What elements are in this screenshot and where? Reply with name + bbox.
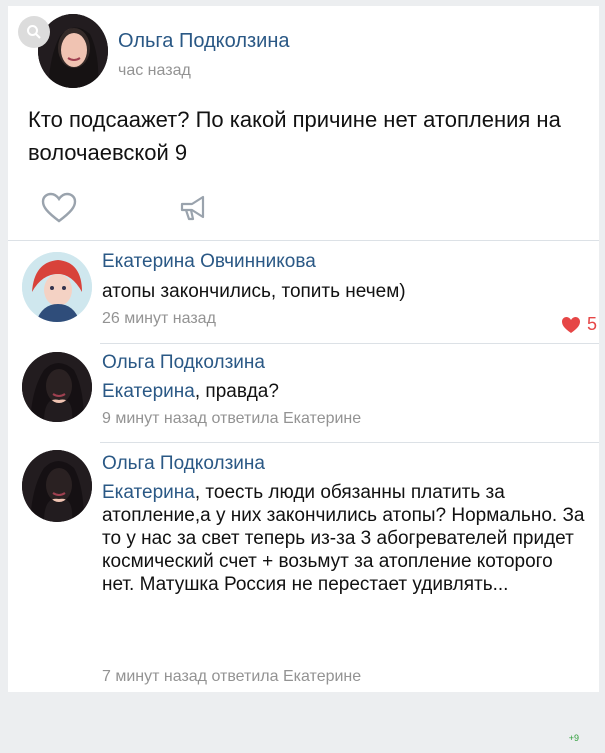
post-text: Кто подсаажет? По какой причине нет атоп… [28, 107, 561, 165]
comment-divider [100, 343, 599, 344]
heart-outline-icon[interactable] [41, 192, 77, 224]
comment-avatar[interactable] [22, 252, 92, 322]
heart-icon [561, 316, 580, 333]
megaphone-icon[interactable] [178, 194, 208, 222]
comment-text: Екатерина, тоесть люди обязанны платить … [102, 481, 590, 596]
comment-text: Екатерина, правда? [102, 380, 590, 403]
search-icon [27, 25, 41, 39]
corner-badge: +9 [568, 733, 579, 743]
comment-author[interactable]: Ольга Подколзина [102, 352, 265, 374]
comment-like-button[interactable]: 5 [561, 314, 597, 335]
comment-divider [100, 442, 599, 443]
post-card: Ольга Подколзина час назад Кто подсаажет… [8, 6, 599, 692]
like-count: 5 [586, 314, 597, 334]
post-timestamp[interactable]: час назад [118, 62, 191, 80]
post-author-name[interactable]: Ольга Подколзина [118, 30, 290, 53]
comment-author[interactable]: Екатерина Овчинникова [102, 251, 316, 273]
comment-avatar[interactable] [22, 352, 92, 422]
mention-link[interactable]: Екатерина [102, 381, 195, 402]
zoom-button[interactable] [18, 16, 50, 48]
comment-text: атопы закончились, топить нечем) [102, 281, 406, 302]
mention-link[interactable]: Екатерина [102, 482, 195, 503]
comment-timestamp[interactable]: 9 минут назад ответила Екатерине [102, 410, 361, 428]
comment-body: , правда? [194, 381, 279, 402]
comment-avatar[interactable] [22, 450, 92, 522]
comment-timestamp[interactable]: 7 минут назад ответила Екатерине [102, 668, 361, 686]
comments-divider [8, 240, 599, 241]
comment-author[interactable]: Ольга Подколзина [102, 453, 265, 475]
comment-timestamp[interactable]: 26 минут назад [102, 310, 216, 328]
